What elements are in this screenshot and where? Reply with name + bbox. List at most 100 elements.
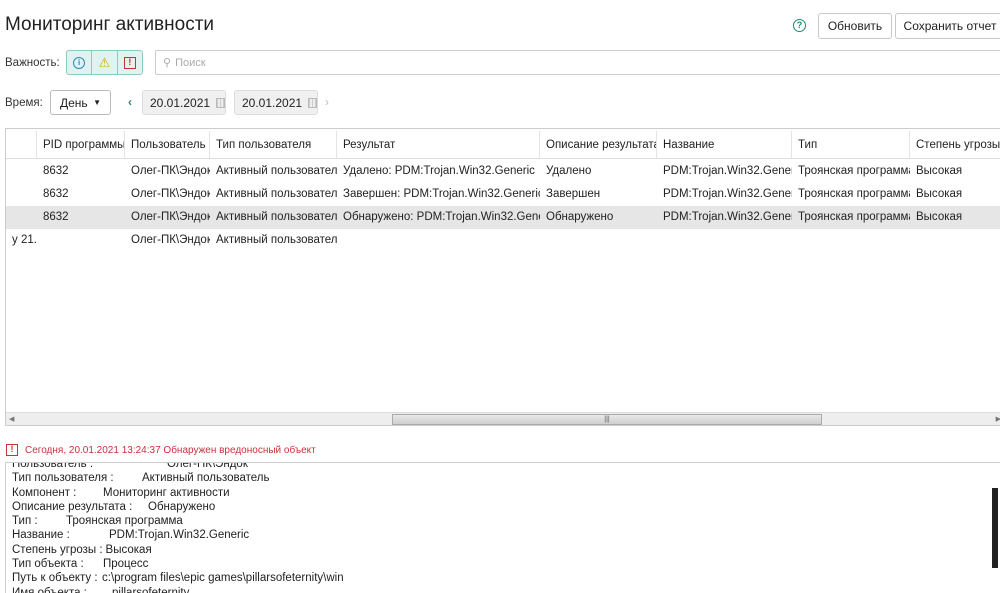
detail-key: Тип :	[12, 515, 38, 528]
detail-line: Пользователь : Олег-ПК\Эндок	[12, 463, 248, 471]
detail-line: Степень угрозы : Высокая	[12, 543, 152, 557]
detail-line: Тип пользователя : Активный пользователь	[12, 471, 269, 485]
col-type-cell: Троянская программа	[798, 211, 910, 224]
col-user-cell: Олег-ПК\Эндок	[131, 187, 210, 200]
col-result-cell: Обнаружено: PDM:Trojan.Win32.Generic	[343, 211, 540, 224]
detail-key: Тип пользователя :	[12, 472, 114, 485]
scroll-left-icon[interactable]: ◀	[9, 413, 14, 425]
col-user-cell: Олег-ПК\Эндок	[131, 164, 210, 177]
header-col-pid[interactable]: PID программы	[37, 131, 125, 158]
col-user-type-cell: Активный пользователь	[216, 211, 337, 224]
horizontal-scrollbar[interactable]: ◀ ||| ▶	[6, 412, 1000, 425]
detail-key: Название :	[12, 529, 70, 542]
col-icon-cell: у 21.2	[12, 234, 37, 247]
period-value: День	[60, 95, 88, 110]
warning-icon: ⚠	[98, 54, 111, 70]
detail-value: Активный пользователь	[142, 472, 270, 485]
detail-line: Тип объекта : Процесс	[12, 557, 152, 571]
severity-label: Важность:	[5, 57, 60, 69]
detail-key: Тип объекта :	[12, 558, 84, 571]
previous-period-icon[interactable]: ‹	[128, 95, 132, 109]
col-result-cell: Завершен: PDM:Trojan.Win32.Generic	[343, 187, 540, 200]
detail-key: Путь к объекту :	[12, 572, 98, 585]
col-severity-cell: Высокая	[916, 164, 963, 177]
chevron-down-icon: ▼	[93, 98, 101, 107]
detail-line: Описание результата : Обнаружено	[12, 500, 215, 514]
detail-line: Название : PDM:Trojan.Win32.Generic	[12, 528, 249, 542]
date-to-value: 20.01.2021	[242, 95, 303, 110]
col-result-cell: Удалено: PDM:Trojan.Win32.Generic	[343, 164, 535, 177]
event-alert: ! Сегодня, 20.01.2021 13:24:37 Обнаружен …	[6, 444, 316, 456]
detail-line: Компонент : Мониторинг активности	[12, 486, 230, 500]
col-severity-cell	[910, 229, 1000, 252]
severity-info-toggle[interactable]: i	[67, 51, 93, 74]
col-user-cell: Олег-ПК\Эндок	[131, 211, 210, 224]
vertical-scrollbar[interactable]	[992, 488, 998, 568]
severity-warning-toggle[interactable]: ⚠	[92, 51, 118, 74]
col-icon-cell	[6, 182, 37, 205]
detail-value: Олег-ПК\Эндок	[167, 462, 248, 470]
refresh-button[interactable]: Обновить	[818, 13, 892, 39]
header-col-name[interactable]: Название	[657, 131, 792, 158]
save-report-button[interactable]: Сохранить отчет	[895, 13, 1000, 39]
severity-filter: i ⚠ !	[66, 50, 143, 75]
date-from-field[interactable]: 20.01.2021	[142, 90, 226, 115]
header-col-user[interactable]: Пользователь	[125, 131, 210, 158]
col-result-desc-cell: Удалено	[546, 164, 592, 177]
scroll-right-icon[interactable]: ▶	[996, 413, 1000, 425]
table-row[interactable]: 8632 Олег-ПК\Эндок Активный пользователь Об…	[6, 205, 1000, 229]
table-row[interactable]: у 21.2 Олег-ПК\Эндок Активный пользователь	[6, 229, 1000, 252]
col-type-cell: Троянская программа	[798, 164, 910, 177]
detail-value: Высокая	[105, 543, 152, 556]
col-result-desc-cell: Завершен	[546, 187, 601, 200]
col-user-type-cell: Активный пользователь	[216, 234, 337, 247]
detail-value: PDM:Trojan.Win32.Generic	[109, 529, 250, 542]
detail-value: pillarsofeternity	[112, 586, 190, 593]
scrollbar-thumb[interactable]: |||	[392, 414, 822, 425]
header-col-result[interactable]: Результат	[337, 131, 540, 158]
table-header: PID программы Пользователь Тип пользовател…	[6, 131, 1000, 159]
col-result-desc-cell: Обнаружено	[546, 211, 614, 224]
header-col-user-type[interactable]: Тип пользователя	[210, 131, 337, 158]
period-select[interactable]: День ▼	[50, 90, 111, 115]
search-input[interactable]: ⚲ Поиск	[155, 50, 1000, 75]
col-severity-cell: Высокая	[916, 187, 963, 200]
table-row[interactable]: 8632 Олег-ПК\Эндок Активный пользователь Уд…	[6, 159, 1000, 182]
col-name-cell: PDM:Trojan.Win32.Generic	[663, 187, 792, 200]
detail-value: c:\program files\epic games\pillarsofete…	[102, 572, 344, 585]
col-type-cell: Троянская программа	[798, 187, 910, 200]
severity-error-toggle[interactable]: !	[118, 51, 142, 74]
header-col-severity[interactable]: Степень угрозы	[910, 131, 1000, 158]
detail-key: Степень угрозы :	[12, 543, 103, 556]
detail-line: Тип : Троянская программа	[12, 514, 183, 528]
calendar-icon[interactable]	[216, 97, 225, 108]
header-col-icon[interactable]	[6, 131, 37, 158]
table-row[interactable]: 8632 Олег-ПК\Эндок Активный пользователь За…	[6, 182, 1000, 205]
date-to-field[interactable]: 20.01.2021	[234, 90, 318, 115]
detail-line: Путь к объекту : c:\program files\epic ga…	[12, 571, 344, 585]
col-pid-cell: 8632	[43, 164, 69, 177]
help-icon[interactable]: ?	[793, 19, 806, 32]
detail-value: Мониторинг активности	[103, 486, 230, 499]
col-icon-cell	[6, 159, 37, 182]
col-type-cell	[792, 229, 910, 252]
header-col-result-desc[interactable]: Описание результата	[540, 131, 657, 158]
col-pid-cell: 8632	[43, 211, 69, 224]
calendar-icon[interactable]	[308, 97, 317, 108]
detail-key: Имя объекта :	[12, 586, 87, 593]
col-severity-cell: Высокая	[916, 211, 963, 224]
next-period-icon[interactable]: ›	[325, 95, 329, 109]
col-user-cell: Олег-ПК\Эндок	[131, 234, 210, 247]
search-icon: ⚲	[163, 57, 172, 69]
search-placeholder: Поиск	[175, 56, 206, 69]
date-from-value: 20.01.2021	[150, 95, 211, 110]
detail-key: Компонент :	[12, 486, 77, 499]
detail-key: Описание результата :	[12, 500, 133, 513]
col-pid-cell	[37, 229, 125, 252]
event-details-panel: Пользователь : Олег-ПК\Эндок Тип пользоват…	[5, 462, 1000, 593]
col-name-cell: PDM:Trojan.Win32.Generic	[663, 164, 792, 177]
error-icon: !	[6, 444, 18, 456]
header-col-type[interactable]: Тип	[792, 131, 910, 158]
col-user-type-cell: Активный пользователь	[216, 187, 337, 200]
detail-line: Имя объекта : pillarsofeternity	[12, 586, 189, 593]
